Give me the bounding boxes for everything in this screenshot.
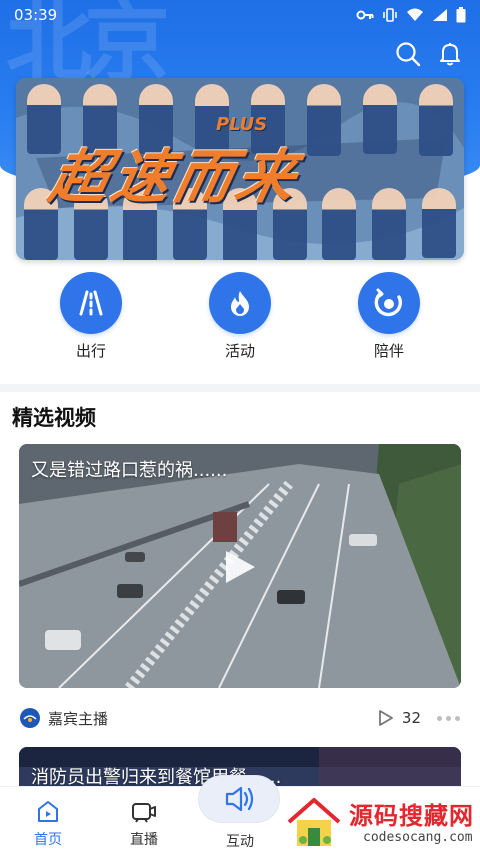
video-card[interactable]: 又是错过路口惹的祸...... bbox=[19, 444, 461, 688]
status-time: 03:39 bbox=[14, 6, 58, 24]
notification-button[interactable] bbox=[436, 40, 464, 68]
author-name: 嘉宾主播 bbox=[48, 709, 109, 728]
play-count: 32 bbox=[401, 709, 421, 727]
tab-interact-label: 互动 bbox=[226, 834, 254, 850]
road-icon bbox=[79, 290, 103, 316]
play-icon[interactable] bbox=[222, 548, 258, 586]
video-stats: 32 bbox=[378, 709, 460, 727]
home-play-icon bbox=[38, 801, 58, 822]
vibrate-icon bbox=[383, 8, 397, 22]
tab-home-label: 首页 bbox=[34, 832, 62, 848]
play-count-icon bbox=[379, 710, 393, 726]
status-icons bbox=[356, 7, 466, 23]
quick-nav-companion[interactable]: 陪伴 bbox=[344, 272, 434, 361]
quick-nav-companion-label: 陪伴 bbox=[373, 342, 404, 360]
section-divider bbox=[0, 384, 480, 392]
signal-icon bbox=[433, 9, 447, 21]
tab-live-label: 直播 bbox=[130, 832, 158, 848]
section-title: 精选视频 bbox=[12, 406, 96, 430]
quick-nav-activity[interactable]: 活动 bbox=[195, 272, 285, 361]
wifi-icon bbox=[407, 8, 423, 21]
search-icon bbox=[396, 42, 421, 67]
quick-nav-activity-label: 活动 bbox=[224, 342, 255, 360]
key-icon bbox=[356, 10, 374, 20]
channel-logo-icon bbox=[23, 715, 37, 722]
watermark-url: codesocang.com bbox=[363, 830, 473, 845]
interact-sound-icon bbox=[225, 786, 254, 812]
watermark-name: 源码搜藏网 bbox=[349, 802, 474, 830]
promo-banner[interactable]: PLUS 超速而来 bbox=[16, 78, 464, 260]
quick-nav-companion-circle bbox=[358, 272, 420, 334]
search-button[interactable] bbox=[394, 40, 422, 68]
status-bar: 03:39 bbox=[0, 0, 480, 30]
site-watermark: 源码搜藏网 codesocang.com bbox=[283, 792, 480, 853]
video-author[interactable]: 嘉宾主播 bbox=[20, 708, 108, 729]
banner-title: 超速而来 bbox=[43, 143, 307, 211]
tab-home[interactable]: 首页 bbox=[0, 787, 96, 853]
house-logo-icon bbox=[287, 798, 341, 846]
tab-live[interactable]: 直播 bbox=[96, 787, 192, 853]
companion-icon bbox=[374, 288, 403, 317]
video-meta-row: 嘉宾主播 32 bbox=[20, 705, 460, 731]
live-camera-icon bbox=[132, 803, 156, 823]
quick-nav: 出行 活动 陪伴 bbox=[0, 272, 480, 361]
battery-icon bbox=[456, 7, 466, 23]
quick-nav-activity-circle bbox=[209, 272, 271, 334]
header-actions bbox=[394, 40, 464, 68]
quick-nav-travel[interactable]: 出行 bbox=[46, 272, 136, 361]
quick-nav-travel-label: 出行 bbox=[75, 342, 106, 360]
quick-nav-travel-circle bbox=[60, 272, 122, 334]
more-options-icon[interactable] bbox=[437, 715, 460, 721]
video-title: 又是错过路口惹的祸...... bbox=[31, 460, 228, 481]
avatar bbox=[20, 708, 40, 728]
bell-icon bbox=[440, 43, 460, 66]
interact-center-button[interactable] bbox=[199, 776, 279, 822]
flame-icon bbox=[231, 291, 249, 316]
